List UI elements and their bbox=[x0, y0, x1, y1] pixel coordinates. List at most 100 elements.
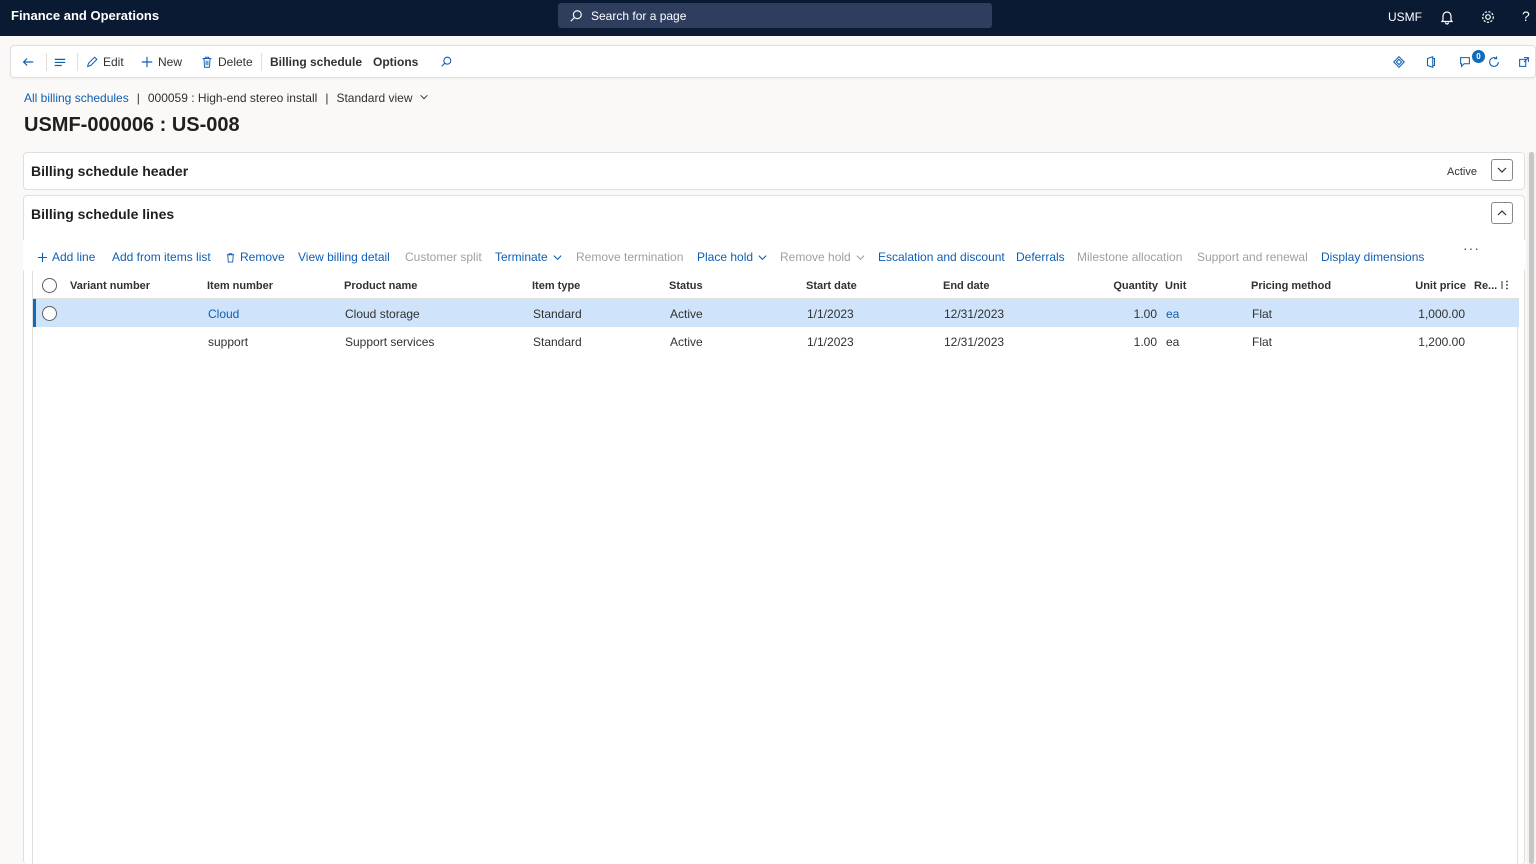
open-new-window-button[interactable] bbox=[1517, 46, 1531, 77]
scrollbar-thumb[interactable] bbox=[1529, 152, 1534, 864]
column-pricing-method[interactable]: Pricing method bbox=[1251, 280, 1331, 292]
search-box[interactable]: Search for a page bbox=[558, 3, 992, 28]
select-all-radio[interactable] bbox=[42, 278, 57, 293]
help-icon[interactable]: ? bbox=[1522, 8, 1530, 24]
tab-billing-schedule[interactable]: Billing schedule bbox=[270, 46, 362, 77]
terminate-menu[interactable]: Terminate bbox=[495, 250, 563, 264]
add-line-button[interactable]: Add line bbox=[37, 250, 95, 264]
cell-unit[interactable]: ea bbox=[1166, 335, 1179, 349]
column-product-name[interactable]: Product name bbox=[344, 280, 417, 292]
notifications-button[interactable] bbox=[1458, 46, 1472, 77]
display-dimensions-button[interactable]: Display dimensions bbox=[1321, 250, 1424, 264]
action-search-button[interactable] bbox=[439, 46, 453, 77]
chevron-down-icon bbox=[1497, 167, 1507, 173]
back-button[interactable] bbox=[21, 46, 35, 77]
cell-item-number[interactable]: support bbox=[208, 335, 248, 349]
expand-header-button[interactable] bbox=[1491, 159, 1513, 181]
column-unit-price[interactable]: Unit price bbox=[1393, 280, 1466, 292]
cell-end-date[interactable]: 12/31/2023 bbox=[944, 307, 1004, 321]
cell-item-type[interactable]: Standard bbox=[533, 307, 582, 321]
cell-pricing-method[interactable]: Flat bbox=[1252, 335, 1272, 349]
cell-quantity[interactable]: 1.00 bbox=[1093, 335, 1157, 349]
table-row[interactable]: Cloud Cloud storage Standard Active 1/1/… bbox=[33, 299, 1519, 327]
billing-lines-grid: Variant number Item number Product name … bbox=[32, 271, 1519, 864]
page-scrollbar[interactable] bbox=[1527, 152, 1536, 864]
edit-button[interactable]: Edit bbox=[85, 46, 124, 77]
column-item-number[interactable]: Item number bbox=[207, 280, 273, 292]
cell-product-name[interactable]: Support services bbox=[345, 335, 434, 349]
view-selector[interactable]: Standard view bbox=[336, 91, 428, 105]
column-unit[interactable]: Unit bbox=[1165, 280, 1186, 292]
view-billing-detail-button[interactable]: View billing detail bbox=[298, 250, 390, 264]
breadcrumb-all-billing-schedules[interactable]: All billing schedules bbox=[24, 91, 129, 105]
bell-icon[interactable] bbox=[1439, 9, 1455, 25]
fasttab-header-title[interactable]: Billing schedule header bbox=[31, 163, 188, 179]
cell-item-type[interactable]: Standard bbox=[533, 335, 582, 349]
breadcrumb: All billing schedules | 000059 : High-end … bbox=[24, 91, 429, 105]
terminate-label: Terminate bbox=[495, 250, 548, 264]
office-button[interactable] bbox=[1424, 46, 1438, 77]
cell-product-name[interactable]: Cloud storage bbox=[345, 307, 420, 321]
column-start-date[interactable]: Start date bbox=[806, 280, 857, 292]
cell-end-date[interactable]: 12/31/2023 bbox=[944, 335, 1004, 349]
column-item-type[interactable]: Item type bbox=[532, 280, 580, 292]
fasttab-billing-schedule-header[interactable] bbox=[23, 152, 1525, 190]
column-re[interactable]: Re... bbox=[1474, 280, 1497, 292]
back-arrow-icon bbox=[22, 57, 34, 66]
cell-item-number[interactable]: Cloud bbox=[208, 307, 239, 321]
cell-status[interactable]: Active bbox=[670, 307, 703, 321]
new-button[interactable]: New bbox=[140, 46, 182, 77]
more-options-button[interactable]: ··· bbox=[1463, 240, 1480, 256]
milestone-allocation-button[interactable]: Milestone allocation bbox=[1077, 250, 1182, 264]
search-icon bbox=[569, 9, 583, 23]
delete-button[interactable]: Delete bbox=[200, 46, 253, 77]
top-navigation-bar: Finance and Operations Search for a page… bbox=[0, 0, 1536, 36]
place-hold-menu[interactable]: Place hold bbox=[697, 250, 768, 264]
trash-icon bbox=[226, 252, 235, 263]
row-select-radio[interactable] bbox=[42, 306, 57, 321]
fasttab-lines-title[interactable]: Billing schedule lines bbox=[31, 206, 174, 222]
app-name[interactable]: Finance and Operations bbox=[11, 8, 159, 23]
cell-start-date[interactable]: 1/1/2023 bbox=[807, 307, 854, 321]
deferrals-button[interactable]: Deferrals bbox=[1016, 250, 1065, 264]
notification-badge: 0 bbox=[1472, 50, 1485, 63]
column-end-date[interactable]: End date bbox=[943, 280, 989, 292]
fasttab-header-status: Active bbox=[1447, 166, 1477, 178]
cell-unit[interactable]: ea bbox=[1166, 307, 1179, 321]
tab-options[interactable]: Options bbox=[373, 46, 418, 77]
page-title: USMF-000006 : US-008 bbox=[24, 114, 240, 136]
gear-icon[interactable] bbox=[1480, 9, 1496, 25]
plus-icon bbox=[37, 252, 48, 262]
cell-start-date[interactable]: 1/1/2023 bbox=[807, 335, 854, 349]
remove-hold-menu[interactable]: Remove hold bbox=[780, 250, 866, 264]
support-and-renewal-button[interactable]: Support and renewal bbox=[1197, 250, 1308, 264]
menu-button[interactable] bbox=[53, 46, 67, 77]
column-status[interactable]: Status bbox=[669, 280, 703, 292]
remove-hold-label: Remove hold bbox=[780, 250, 851, 264]
column-options-icon[interactable] bbox=[1499, 279, 1511, 291]
add-line-label: Add line bbox=[52, 250, 96, 264]
refresh-button[interactable] bbox=[1487, 46, 1501, 77]
escalation-and-discount-button[interactable]: Escalation and discount bbox=[878, 250, 1005, 264]
place-hold-label: Place hold bbox=[697, 250, 754, 264]
chevron-down-icon bbox=[420, 94, 428, 100]
diamond-icon bbox=[1393, 55, 1405, 68]
cell-unit-price[interactable]: 1,200.00 bbox=[1393, 335, 1465, 349]
remove-termination-button[interactable]: Remove termination bbox=[576, 250, 683, 264]
table-row[interactable]: support Support services Standard Active… bbox=[33, 327, 1519, 355]
customer-split-button[interactable]: Customer split bbox=[405, 250, 482, 264]
add-from-items-list-button[interactable]: Add from items list bbox=[112, 250, 211, 264]
column-quantity[interactable]: Quantity bbox=[1093, 280, 1158, 292]
remove-button[interactable]: Remove bbox=[225, 250, 285, 264]
search-placeholder: Search for a page bbox=[591, 9, 687, 23]
company-picker[interactable]: USMF bbox=[1388, 10, 1422, 24]
cell-unit-price[interactable]: 1,000.00 bbox=[1393, 307, 1465, 321]
office-integration-button[interactable] bbox=[1392, 46, 1406, 77]
collapse-lines-button[interactable] bbox=[1491, 202, 1513, 224]
cell-pricing-method[interactable]: Flat bbox=[1252, 307, 1272, 321]
cell-quantity[interactable]: 1.00 bbox=[1093, 307, 1157, 321]
column-variant-number[interactable]: Variant number bbox=[70, 280, 150, 292]
office-icon bbox=[1426, 55, 1436, 68]
breadcrumb-record: 000059 : High-end stereo install bbox=[147, 91, 318, 105]
cell-status[interactable]: Active bbox=[670, 335, 703, 349]
